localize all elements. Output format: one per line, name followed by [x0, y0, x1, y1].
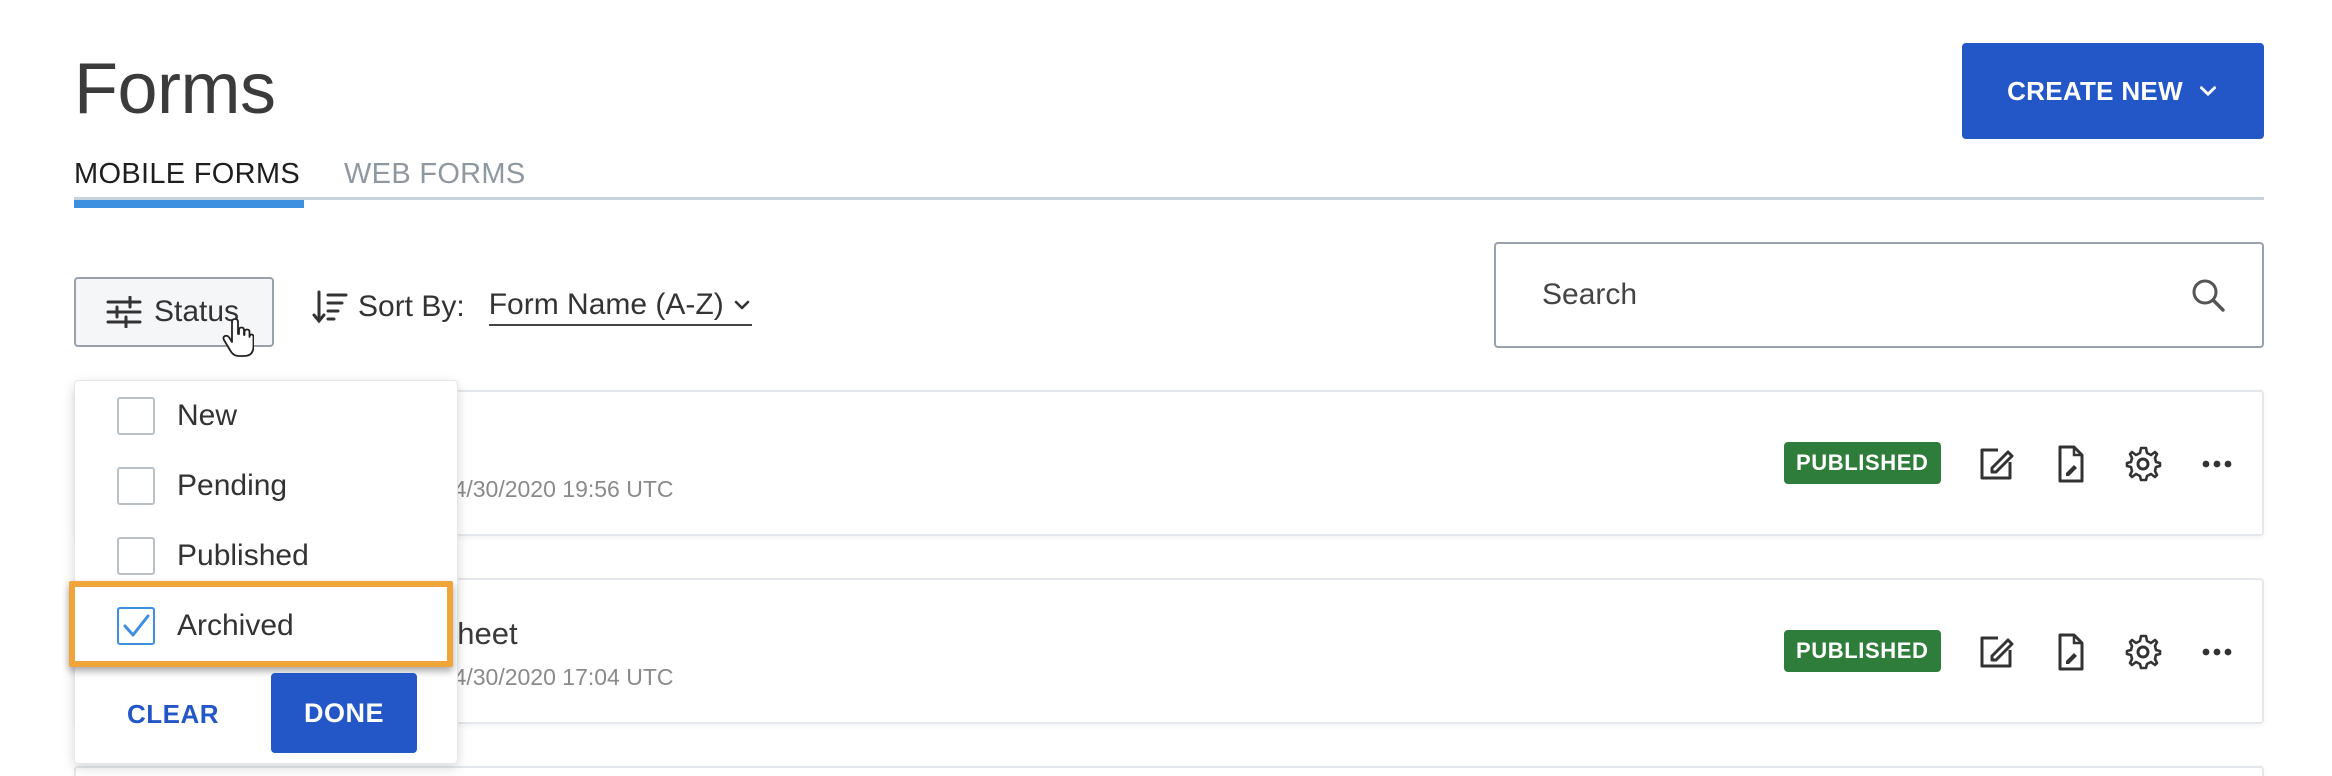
status-option-label: Published — [177, 539, 309, 572]
file-edit-icon[interactable] — [2050, 632, 2092, 672]
file-edit-icon[interactable] — [2050, 444, 2092, 484]
checkbox[interactable] — [117, 537, 155, 575]
create-new-button[interactable]: CREATE NEW — [1962, 43, 2264, 139]
sort-icon — [312, 290, 348, 324]
chevron-down-icon — [2199, 86, 2216, 96]
filter-sliders-icon — [106, 296, 142, 328]
chevron-down-icon — [734, 300, 750, 310]
clear-button[interactable]: CLEAR — [127, 699, 219, 730]
edit-icon[interactable] — [1976, 444, 2018, 484]
checkbox[interactable] — [117, 397, 155, 435]
sort-value-label: Form Name (A-Z) — [488, 288, 724, 321]
done-button[interactable]: DONE — [271, 673, 417, 753]
status-option-label: New — [177, 399, 238, 432]
status-option-pending[interactable]: Pending — [117, 467, 287, 505]
hand-cursor-icon — [222, 318, 254, 357]
edit-icon[interactable] — [1976, 632, 2018, 672]
status-badge: PUBLISHED — [1784, 442, 1941, 484]
status-badge: PUBLISHED — [1784, 630, 1941, 672]
tab-web-forms[interactable]: WEB FORMS — [344, 156, 526, 192]
form-date: : 04/30/2020 19:56 UTC — [428, 476, 674, 502]
form-card[interactable] — [74, 766, 2264, 776]
status-filter-dropdown: New Pending Published Archived CLEAR DON… — [69, 380, 458, 764]
sort-control: Sort By: Form Name (A-Z) — [312, 288, 752, 326]
create-new-label: CREATE NEW — [2007, 75, 2183, 106]
status-option-archived[interactable]: Archived — [117, 607, 294, 645]
more-icon[interactable] — [2196, 632, 2238, 672]
status-option-label: Pending — [177, 469, 288, 502]
gear-icon[interactable] — [2122, 632, 2164, 672]
checkbox[interactable] — [117, 607, 155, 645]
gear-icon[interactable] — [2122, 444, 2164, 484]
check-icon — [123, 614, 150, 637]
search-icon[interactable] — [2190, 277, 2226, 313]
page-title: Forms — [74, 49, 276, 129]
status-option-label: Archived — [177, 609, 294, 642]
status-option-published[interactable]: Published — [117, 537, 309, 575]
tab-mobile-forms[interactable]: MOBILE FORMS — [74, 156, 304, 208]
checkbox[interactable] — [117, 467, 155, 505]
form-date: : 04/30/2020 17:04 UTC — [428, 664, 674, 690]
search-input[interactable] — [1542, 278, 2190, 312]
status-option-new[interactable]: New — [117, 397, 237, 435]
sort-dropdown[interactable]: Form Name (A-Z) — [488, 288, 752, 326]
sort-by-label: Sort By: — [358, 290, 465, 323]
more-icon[interactable] — [2196, 444, 2238, 484]
tabs: MOBILE FORMS WEB FORMS — [74, 148, 2264, 208]
search-box — [1494, 242, 2264, 348]
